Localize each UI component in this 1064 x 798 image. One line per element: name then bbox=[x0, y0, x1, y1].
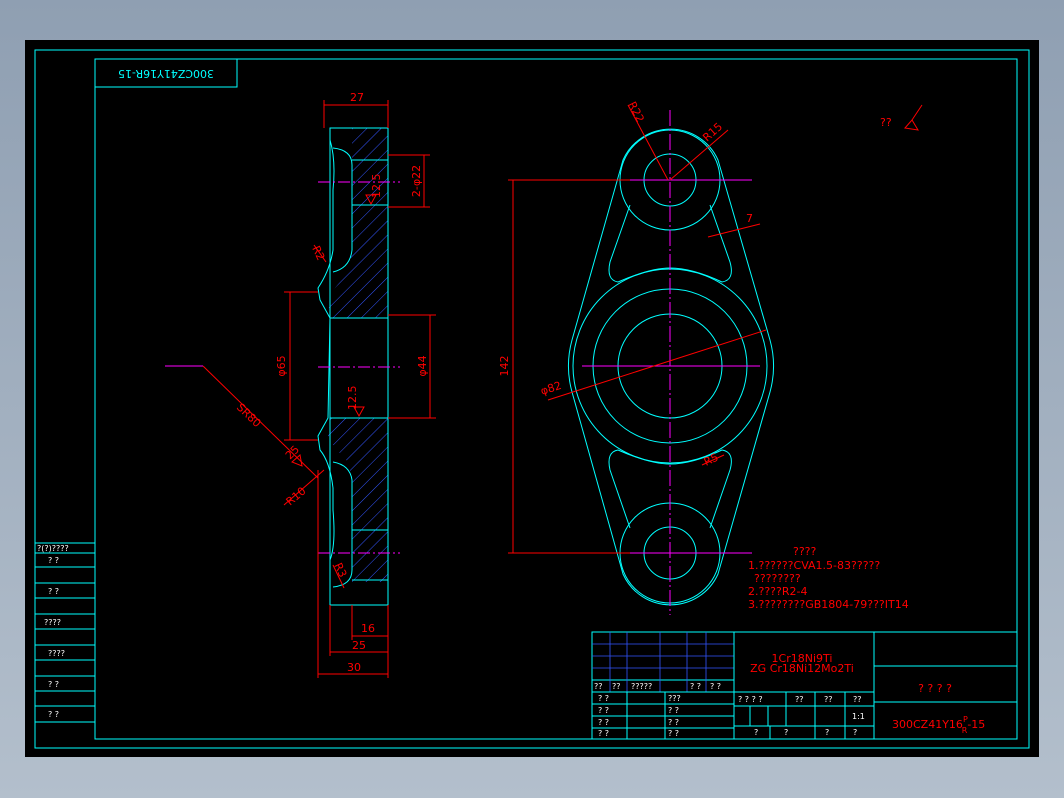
sign-header-5: ? ? bbox=[710, 682, 721, 691]
dim-16: 16 bbox=[361, 622, 375, 635]
left-table-row-6: ? ? bbox=[48, 710, 59, 719]
roughness-12-5-mid: 12.5 bbox=[346, 386, 359, 411]
sign-row-2-b: ? ? bbox=[668, 706, 679, 715]
bottom-cell-4: ? bbox=[853, 728, 857, 737]
material-line-2: ZG Cr18Ni12Mo2Ti bbox=[750, 662, 854, 675]
notes-line-3: 2.????R2-4 bbox=[748, 585, 807, 598]
stage-header-2: ?? bbox=[795, 695, 804, 704]
sign-header-3: ????? bbox=[631, 682, 652, 691]
left-table-row-1: ? ? bbox=[48, 556, 59, 565]
scale-value: 1:1 bbox=[852, 712, 865, 721]
sign-row-1-b: ??? bbox=[668, 694, 681, 703]
sign-header-4: ? ? bbox=[690, 682, 701, 691]
left-table-row-5: ? ? bbox=[48, 680, 59, 689]
dim-7: 7 bbox=[746, 212, 753, 225]
dim-142: 142 bbox=[498, 356, 511, 377]
dim-25: 25 bbox=[352, 639, 366, 652]
left-table-row-3: ???? bbox=[44, 618, 61, 627]
stage-header-3: ?? bbox=[824, 695, 833, 704]
sign-row-2-a: ? ? bbox=[598, 706, 609, 715]
sign-header-2: ?? bbox=[612, 682, 621, 691]
roughness-12-5-top: 12.5 bbox=[370, 174, 383, 199]
notes-title: ???? bbox=[793, 545, 817, 558]
cad-viewport[interactable]: 300CZ41Y16R-15 27 2-φ22 12.5 R2 φ65 φ44 … bbox=[0, 0, 1064, 798]
sign-row-3-b: ? ? bbox=[668, 718, 679, 727]
roughness-note: ?? bbox=[880, 116, 892, 129]
bottom-cell-3: ? bbox=[825, 728, 829, 737]
dim-2-phi22: 2-φ22 bbox=[410, 165, 423, 197]
left-table-row-2: ? ? bbox=[48, 587, 59, 596]
sign-row-1-a: ? ? bbox=[598, 694, 609, 703]
left-table-header: ?(?)???? bbox=[37, 544, 69, 553]
dim-27: 27 bbox=[350, 91, 364, 104]
bottom-cell-2: ? bbox=[784, 728, 788, 737]
sign-header-1: ?? bbox=[594, 682, 603, 691]
model-space-background bbox=[25, 40, 1039, 757]
sign-row-4-b: ? ? bbox=[668, 729, 679, 738]
notes-line-4: 3.????????GB1804-79???IT14 bbox=[748, 598, 909, 611]
sign-row-4-a: ? ? bbox=[598, 729, 609, 738]
cad-drawing-canvas[interactable]: 300CZ41Y16R-15 27 2-φ22 12.5 R2 φ65 φ44 … bbox=[0, 0, 1064, 798]
part-name: ? ? ? ? bbox=[918, 682, 952, 695]
notes-line-2: ???????? bbox=[754, 572, 801, 585]
left-table-row-4: ???? bbox=[48, 649, 65, 658]
bottom-cell-1: ? bbox=[754, 728, 758, 737]
dim-30: 30 bbox=[347, 661, 361, 674]
stage-header-1: ? ? ? ? bbox=[738, 695, 763, 704]
code-stamp-text: 300CZ41Y16R-15 bbox=[118, 67, 214, 80]
notes-line-1: 1.??????CVA1.5-83????? bbox=[748, 559, 880, 572]
stage-header-4: ?? bbox=[853, 695, 862, 704]
dim-phi65: φ65 bbox=[275, 355, 288, 376]
sign-row-3-a: ? ? bbox=[598, 718, 609, 727]
dim-phi44: φ44 bbox=[416, 355, 429, 376]
